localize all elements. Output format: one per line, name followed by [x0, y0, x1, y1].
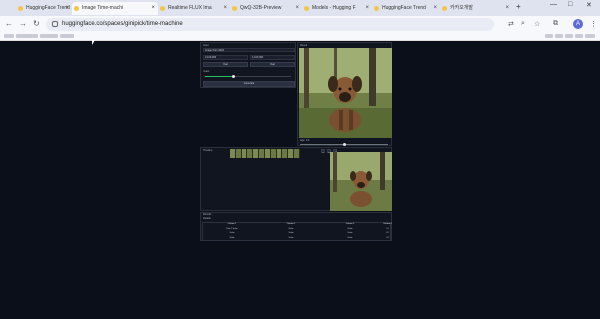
table-header-cell: Column 1 — [227, 223, 237, 225]
minimize-button[interactable]: — — [550, 1, 557, 8]
new-tab-button[interactable]: + — [516, 2, 521, 11]
tab-close-icon[interactable]: × — [223, 2, 227, 15]
image-slider[interactable] — [300, 143, 388, 146]
zoom-out-button[interactable]: − — [321, 149, 325, 154]
bookmarks-bar — [0, 33, 600, 41]
reload-button[interactable]: ↻ — [33, 19, 40, 28]
browser-menu-icon[interactable]: ⋮ — [590, 20, 597, 28]
generate-button[interactable]: Generate — [203, 81, 295, 87]
hf-favicon-icon — [74, 6, 79, 11]
zoom-icon[interactable]: ⌕ — [521, 20, 525, 28]
slider-label: Years — [203, 70, 210, 73]
timeline-strip[interactable] — [230, 149, 300, 158]
table-header-cell: Column 4 — [383, 223, 392, 225]
table-cell: Value — [288, 236, 294, 239]
table-cell: 01 — [386, 227, 389, 230]
dog-photo-2 — [330, 152, 392, 211]
result-image-caption: Age: 0.0 — [300, 139, 310, 142]
close-window-button[interactable]: ✕ — [586, 1, 592, 9]
extensions-icon[interactable]: ⧉ — [553, 20, 558, 28]
bookmark-item[interactable] — [565, 34, 573, 38]
tab-kakao-dev[interactable]: 카카오개발 × — [440, 2, 512, 15]
hf-favicon-icon — [18, 6, 23, 11]
mouse-cursor-icon — [92, 40, 95, 45]
tab-close-icon[interactable]: × — [433, 2, 437, 15]
value-left-field[interactable]: 2,100,000 — [203, 55, 248, 60]
bookmark-item[interactable] — [555, 34, 563, 38]
tab-huggingface-trend-2[interactable]: HuggingFace Trend × — [372, 2, 440, 15]
address-bar-row: ← → ↻ huggingface.co/spaces/ginipick/tim… — [0, 16, 600, 33]
tab-close-icon[interactable]: × — [365, 2, 369, 15]
table-cell: 03 — [386, 236, 389, 239]
table-header-cell: Column 3 — [345, 223, 355, 225]
bookmark-item[interactable] — [16, 34, 38, 38]
hf-favicon-icon — [160, 6, 165, 11]
tab-image-time-machine[interactable]: Image Time-machi × — [72, 2, 158, 15]
image-slider-thumb[interactable] — [343, 143, 346, 146]
translate-icon[interactable]: ⇄ — [508, 20, 514, 28]
bookmark-star-icon[interactable]: ☆ — [534, 20, 540, 28]
timeline-frame[interactable] — [294, 149, 300, 158]
slider-fill — [205, 76, 234, 77]
tab-huggingface-trend[interactable]: HuggingFace Trend × — [16, 2, 72, 15]
bookmark-item[interactable] — [40, 34, 58, 38]
tab-close-icon[interactable]: × — [151, 2, 155, 15]
table-header-cell: Column 2 — [286, 223, 296, 225]
tab-close-icon[interactable]: × — [65, 2, 69, 15]
maximize-button[interactable]: □ — [568, 1, 572, 8]
timeline-panel: Timeline − + ⤢ — [200, 147, 392, 211]
year-left-button[interactable]: Year — [203, 62, 248, 67]
hf-favicon-icon — [232, 6, 237, 11]
bookmark-item[interactable] — [545, 34, 553, 38]
results-title: Results — [203, 213, 212, 216]
table-cell: Value — [347, 227, 353, 230]
back-button[interactable]: ← — [5, 19, 13, 28]
profile-avatar[interactable]: A — [573, 19, 583, 29]
table-cell: Value — [288, 232, 294, 234]
results-table: Column 1 Column 2 Column 3 Column 4 Row 1 Va… — [202, 222, 392, 241]
tab-close-icon[interactable]: × — [505, 2, 509, 15]
url-text: huggingface.co/spaces/ginipick/time-mach… — [62, 21, 183, 27]
browser-tab-strip: HuggingFace Trend × Image Time-machi × Rea… — [0, 0, 600, 16]
hf-favicon-icon — [374, 6, 379, 11]
controls-panel: Input Image from 2024 2,100,000 1,100,00… — [200, 42, 296, 88]
hf-favicon-icon — [304, 6, 309, 11]
bookmark-item[interactable] — [575, 34, 583, 38]
tab-models[interactable]: Models - Hugging F × — [302, 2, 372, 15]
dog-photo — [299, 48, 392, 138]
url-bar[interactable]: huggingface.co/spaces/ginipick/time-mach… — [46, 18, 494, 31]
tab-realtime-flux[interactable]: Realtime FLUX Ima × — [158, 2, 230, 15]
input-label: Input — [203, 44, 209, 47]
table-cell: Value — [229, 232, 235, 234]
slider-thumb[interactable] — [232, 75, 236, 78]
results-panel: Results Details Column 1 Column 2 Column 3… — [200, 212, 392, 241]
table-cell: Value — [347, 236, 353, 239]
result-image-label: Result — [300, 44, 308, 47]
years-slider[interactable] — [205, 75, 291, 78]
input-field[interactable]: Image from 2024 — [203, 48, 295, 52]
table-cell: Value — [288, 227, 294, 230]
bookmark-item[interactable] — [60, 34, 74, 38]
table-cell: Row 1 Value — [226, 227, 238, 230]
tab-close-icon[interactable]: × — [295, 2, 299, 15]
results-subtitle: Details — [203, 217, 211, 220]
bookmark-item[interactable] — [585, 34, 595, 38]
table-cell: Value — [347, 232, 353, 234]
table-cell: 02 — [386, 232, 389, 234]
year-right-button[interactable]: Year — [250, 62, 295, 67]
table-cell: Value — [229, 236, 235, 239]
forward-button[interactable]: → — [19, 19, 27, 28]
timeline-label: Timeline — [203, 149, 213, 152]
kakao-favicon-icon — [442, 6, 447, 11]
result-image-panel: Result Age: 0.0 — [297, 42, 392, 146]
tab-qwq-preview[interactable]: QwQ-32B-Preview × — [230, 2, 302, 15]
bookmark-item[interactable] — [4, 34, 14, 38]
value-right-field[interactable]: 1,100,000 — [250, 55, 295, 60]
site-info-icon[interactable] — [52, 21, 58, 27]
